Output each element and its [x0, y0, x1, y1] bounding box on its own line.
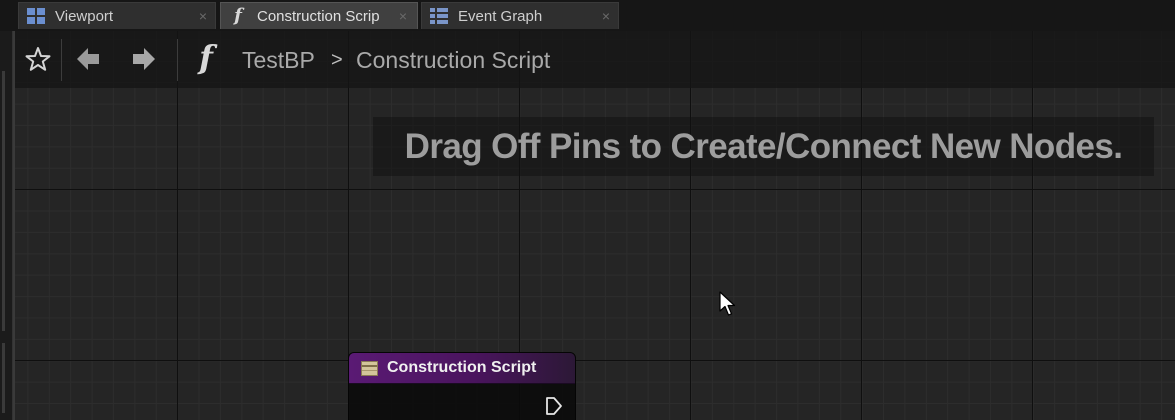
graph-canvas[interactable]	[13, 31, 1175, 420]
construction-script-icon	[361, 360, 378, 376]
viewport-grid-icon	[27, 7, 45, 25]
mouse-cursor-icon	[719, 291, 736, 316]
exec-pin-icon[interactable]	[544, 396, 564, 416]
toolbar-divider	[177, 39, 178, 81]
star-icon	[25, 47, 51, 71]
close-icon[interactable]: ×	[602, 8, 610, 24]
panel-splitter[interactable]	[2, 71, 5, 331]
close-icon[interactable]: ×	[399, 8, 407, 24]
tab-event-graph[interactable]: Event Graph ×	[421, 2, 619, 29]
tab-viewport[interactable]: Viewport ×	[18, 2, 216, 29]
left-panel-edge[interactable]	[0, 31, 13, 420]
forward-button[interactable]	[129, 43, 159, 75]
event-graph-icon	[430, 7, 448, 25]
tab-bar: Viewport × f Construction Scrip × Event …	[0, 0, 1175, 32]
toolbar-divider	[61, 39, 62, 81]
function-icon: f	[199, 38, 213, 76]
close-icon[interactable]: ×	[199, 8, 207, 24]
node-title: Construction Script	[387, 359, 537, 376]
tab-label: Construction Scrip	[257, 7, 380, 25]
tab-construction-script[interactable]: f Construction Scrip ×	[220, 2, 418, 29]
breadcrumb-separator: >	[331, 49, 343, 71]
tab-label: Viewport	[55, 7, 114, 25]
construction-script-node[interactable]: Construction Script	[348, 352, 576, 420]
arrow-left-icon	[77, 48, 99, 70]
panel-splitter[interactable]	[2, 343, 5, 413]
graph-hint-text: Drag Off Pins to Create/Connect New Node…	[373, 117, 1154, 176]
breadcrumb-current: Construction Script	[356, 47, 551, 73]
back-button[interactable]	[73, 43, 103, 75]
tab-label: Event Graph	[458, 7, 543, 25]
breadcrumb-parent[interactable]: TestBP	[242, 47, 315, 74]
graph-toolbar: f TestBP > Construction Script	[13, 31, 1175, 88]
arrow-right-icon	[133, 48, 155, 70]
favorite-button[interactable]	[23, 43, 53, 75]
node-header[interactable]: Construction Script	[349, 353, 575, 384]
blueprint-editor: Viewport × f Construction Scrip × Event …	[0, 0, 1175, 420]
function-icon: f	[234, 5, 242, 26]
